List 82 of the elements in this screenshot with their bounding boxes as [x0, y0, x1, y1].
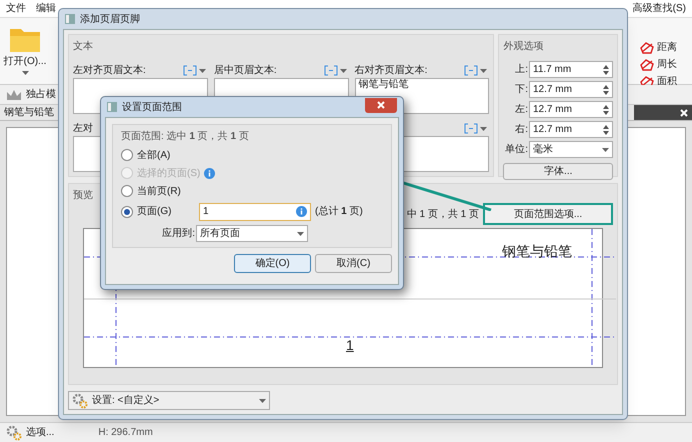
window-title: 设置页面范围: [122, 100, 183, 114]
menu-item[interactable]: 编辑: [36, 1, 56, 16]
bracket-icon: [464, 65, 478, 76]
range-summary: 页面范围: 选中 1 页，共 1 页: [121, 130, 249, 144]
field-label: 左对齐页眉文本:: [73, 64, 146, 78]
caret-icon: [259, 398, 266, 402]
insert-field-button[interactable]: [462, 65, 490, 76]
spin-arrows-icon: [603, 64, 609, 74]
spin-arrows-icon: [603, 104, 609, 114]
menu-item[interactable]: 文件: [6, 1, 26, 16]
pages-input[interactable]: 1: [199, 202, 311, 220]
dialog-button[interactable]: 确定(O): [234, 254, 311, 272]
window-icon: [107, 102, 117, 112]
gears-icon: [72, 392, 88, 408]
close-icon[interactable]: [680, 108, 688, 116]
info-icon: [296, 206, 307, 217]
radio-button[interactable]: [121, 149, 133, 161]
close-button[interactable]: [365, 98, 397, 112]
field-label: 左对: [73, 122, 93, 136]
field-label: 单位:: [505, 142, 528, 157]
advanced-search-button[interactable]: 高级查找(S): [632, 1, 686, 16]
spin-arrows-icon: [603, 124, 609, 134]
radio-button[interactable]: [121, 185, 133, 197]
page-header-text: 钢笔与铅笔: [502, 242, 572, 261]
insert-field-button[interactable]: [180, 65, 208, 76]
measure-tool-button[interactable]: 周长: [640, 57, 692, 72]
unit-dropdown[interactable]: 毫米: [529, 141, 613, 158]
total-text: (总计 1 页): [315, 204, 363, 219]
page-number: 1: [346, 336, 354, 355]
spin-field[interactable]: 12.7 mm: [529, 121, 613, 138]
gears-icon: [6, 424, 22, 440]
shape-icon: [640, 58, 654, 70]
dialog-button[interactable]: 取消(C): [315, 254, 392, 272]
field-value: 钢笔与铅笔: [358, 79, 409, 90]
window-icon: [65, 14, 75, 24]
bracket-icon: [464, 123, 478, 134]
caret-icon: [198, 68, 206, 72]
radio-button[interactable]: [121, 206, 133, 218]
crown-icon: [6, 88, 22, 100]
caret-icon: [602, 148, 609, 152]
shape-icon: [640, 42, 654, 54]
options-button[interactable]: 选项...: [6, 424, 54, 440]
field-label: 左:: [515, 103, 528, 117]
caret-icon: [480, 126, 488, 130]
range-text: 中 1 页，共 1 页: [406, 208, 479, 222]
apply-dropdown[interactable]: 所有页面: [196, 225, 308, 242]
exclusive-mode-button[interactable]: 独占模: [6, 87, 56, 102]
caret-icon: [22, 71, 28, 75]
measure-tool-button[interactable]: 距离: [640, 40, 692, 55]
bracket-icon: [182, 65, 197, 76]
field-label: 下:: [515, 83, 528, 97]
option-label: 页面(G): [137, 205, 172, 219]
document-tab[interactable]: 钢笔与铅笔: [0, 105, 58, 120]
bracket-icon: [324, 65, 338, 76]
group-title: 文本: [73, 40, 93, 54]
group-title: 外观选项: [503, 40, 544, 54]
option-label: 全部(A): [137, 148, 170, 162]
spin-field[interactable]: 11.7 mm: [529, 61, 613, 78]
spin-field[interactable]: 12.7 mm: [529, 81, 613, 98]
status-text: H: 296.7mm: [98, 426, 153, 440]
folder-icon: [10, 26, 40, 52]
field-label: 应用到:: [161, 226, 195, 241]
open-button[interactable]: 打开(O)...: [0, 18, 50, 84]
settings-dropdown[interactable]: 设置: <自定义>: [68, 391, 270, 410]
insert-field-button[interactable]: [462, 123, 490, 134]
field-label: 右:: [515, 123, 528, 137]
group-title: 预览: [73, 189, 93, 203]
spin-field[interactable]: 12.7 mm: [529, 101, 613, 118]
field-label: 右对齐页眉文本:: [354, 64, 428, 78]
page-range-button[interactable]: 页面范围选项...: [483, 203, 613, 225]
caret-icon: [480, 68, 488, 72]
window-title: 添加页眉页脚: [80, 12, 140, 26]
option-label: 当前页(R): [137, 184, 181, 198]
caret-icon: [340, 68, 347, 72]
caret-icon: [297, 232, 304, 236]
insert-field-button[interactable]: [322, 65, 349, 76]
field-label: 居中页眉文本:: [214, 64, 277, 78]
close-icon: [377, 101, 385, 109]
field-label: 上:: [515, 62, 528, 77]
spin-arrows-icon: [603, 84, 609, 94]
font-button[interactable]: 字体...: [503, 163, 613, 180]
option-label: 选择的页面(S): [137, 166, 200, 180]
